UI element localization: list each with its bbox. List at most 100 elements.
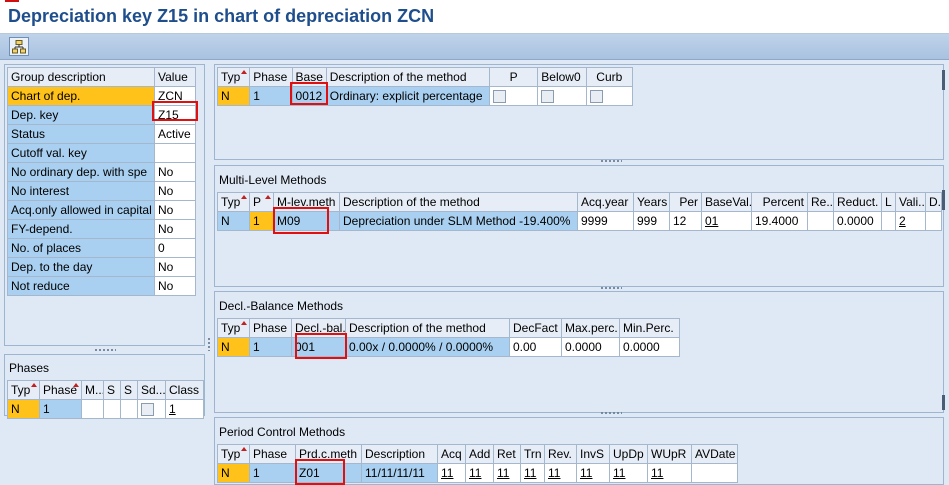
attr-value: No <box>154 162 196 182</box>
col-l[interactable]: L <box>881 192 896 212</box>
col-updp[interactable]: UpDp <box>609 444 648 464</box>
cell-updp[interactable]: 11 <box>609 463 648 483</box>
col-per[interactable]: Per <box>669 192 702 212</box>
curb-checkbox[interactable] <box>589 90 603 104</box>
col-p[interactable]: P <box>488 67 539 87</box>
col-group-description[interactable]: Group description <box>7 67 155 87</box>
sd-checkbox[interactable] <box>141 403 154 417</box>
col-acq-year[interactable]: Acq.year <box>577 192 634 212</box>
col-max-perc[interactable]: Max.perc. <box>561 318 620 338</box>
col-typ[interactable]: Typ <box>217 318 250 338</box>
scrollbar-indicator[interactable] <box>942 190 945 210</box>
attr-row-no-of-places[interactable]: No. of places 0 <box>7 238 196 258</box>
col-decfact[interactable]: DecFact <box>509 318 562 338</box>
col-description[interactable]: Description of the method <box>339 192 578 212</box>
period-control-table: Typ Phase Prd.c.meth Description Acq Add… <box>217 444 738 483</box>
col-vali[interactable]: Vali... <box>895 192 926 212</box>
scrollbar-indicator[interactable] <box>942 395 945 410</box>
table-row[interactable]: N 1 Z01 11/11/11/11 11 11 11 11 11 11 11… <box>217 463 738 483</box>
col-ret[interactable]: Ret <box>493 444 521 464</box>
attr-row-status[interactable]: Status Active <box>7 124 196 144</box>
cell-vali[interactable]: 2 <box>895 211 926 231</box>
base-splitter-handle[interactable] <box>600 159 622 163</box>
table-row[interactable]: N 1 1 <box>7 399 204 419</box>
col-s2[interactable]: S <box>120 380 138 400</box>
attr-row-no-interest[interactable]: No interest No <box>7 181 196 201</box>
table-row[interactable]: N 1 001 0.00x / 0.0000% / 0.0000% 0.00 0… <box>217 337 680 357</box>
decl-balance-splitter-handle[interactable] <box>600 411 622 415</box>
p-checkbox[interactable] <box>492 90 506 104</box>
table-row[interactable]: N 1 0012 Ordinary: explicit percentage <box>216 86 634 106</box>
col-description[interactable]: Description of the method <box>325 67 490 87</box>
attr-row-chart-of-dep[interactable]: Chart of dep. ZCN <box>7 86 196 106</box>
col-decl-bal[interactable]: Decl.-bal. <box>291 318 346 338</box>
cell-description: 11/11/11/11 <box>361 463 438 483</box>
col-s1[interactable]: S <box>103 380 121 400</box>
multi-level-panel: Multi-Level Methods Typ P M-lev.meth Des… <box>214 165 944 287</box>
col-typ[interactable]: Typ <box>217 192 250 212</box>
col-acq[interactable]: Acq <box>437 444 466 464</box>
table-row[interactable]: N 1 M09 Depreciation under SLM Method -1… <box>217 211 942 231</box>
col-prd-c-meth[interactable]: Prd.c.meth <box>295 444 362 464</box>
col-reduct[interactable]: Reduct. <box>833 192 882 212</box>
col-typ[interactable]: Typ <box>217 444 250 464</box>
col-p[interactable]: P <box>249 192 274 212</box>
col-d[interactable]: D... <box>925 192 942 212</box>
col-trn[interactable]: Trn <box>520 444 545 464</box>
col-sd[interactable]: Sd... <box>137 380 166 400</box>
multi-level-splitter-handle[interactable] <box>600 286 622 290</box>
col-description[interactable]: Description of the method <box>345 318 510 338</box>
col-percent[interactable]: Percent <box>751 192 808 212</box>
attr-row-no-ordinary[interactable]: No ordinary dep. with spe No <box>7 162 196 182</box>
col-phase[interactable]: Phase <box>39 380 82 400</box>
col-re[interactable]: Re... <box>807 192 834 212</box>
attr-row-fy-depend[interactable]: FY-depend. No <box>7 219 196 239</box>
attr-row-cutoff[interactable]: Cutoff val. key <box>7 143 196 163</box>
col-mlev-method[interactable]: M-lev.meth <box>273 192 340 212</box>
col-add[interactable]: Add <box>465 444 494 464</box>
col-min-perc[interactable]: Min.Perc. <box>619 318 680 338</box>
col-value[interactable]: Value <box>154 67 196 87</box>
col-avdate[interactable]: AVDate <box>691 444 738 464</box>
vertical-splitter-handle[interactable] <box>207 337 211 351</box>
cell-p <box>488 86 539 106</box>
cell-rev[interactable]: 11 <box>544 463 577 483</box>
col-typ[interactable]: Typ <box>7 380 40 400</box>
col-base[interactable]: Base <box>291 67 327 87</box>
attr-label: Chart of dep. <box>7 86 155 106</box>
attr-row-acq-only[interactable]: Acq.only allowed in capital No <box>7 200 196 220</box>
cell-description: Depreciation under SLM Method -19.400% <box>339 211 578 231</box>
cell-wupr[interactable]: 11 <box>647 463 692 483</box>
below0-checkbox[interactable] <box>541 90 555 104</box>
col-below0[interactable]: Below0 <box>537 67 587 87</box>
cell-d <box>925 211 942 231</box>
col-years[interactable]: Years <box>633 192 670 212</box>
cell-class[interactable]: 1 <box>165 399 204 419</box>
attr-row-not-reduce[interactable]: Not reduce No <box>7 276 196 296</box>
cell-add[interactable]: 11 <box>465 463 494 483</box>
col-typ[interactable]: Typ <box>216 67 251 87</box>
col-class[interactable]: Class <box>165 380 204 400</box>
scrollbar-indicator[interactable] <box>942 70 945 90</box>
col-phase[interactable]: Phase <box>249 444 296 464</box>
col-m[interactable]: M... <box>81 380 104 400</box>
cell-ret[interactable]: 11 <box>493 463 521 483</box>
cell-trn[interactable]: 11 <box>520 463 545 483</box>
attr-row-dep-key[interactable]: Dep. key Z15 <box>7 105 196 125</box>
col-phase[interactable]: Phase <box>249 318 292 338</box>
hierarchy-button[interactable] <box>9 37 29 56</box>
col-curb[interactable]: Curb <box>585 67 634 87</box>
cell-baseval[interactable]: 01 <box>701 211 752 231</box>
col-phase[interactable]: Phase <box>249 67 293 87</box>
cell-invs[interactable]: 11 <box>576 463 610 483</box>
col-wupr[interactable]: WUpR <box>647 444 692 464</box>
col-invs[interactable]: InvS <box>576 444 610 464</box>
col-baseval[interactable]: BaseVal. <box>701 192 752 212</box>
cell-m <box>81 399 104 419</box>
attr-row-dep-to-day[interactable]: Dep. to the day No <box>7 257 196 277</box>
col-rev[interactable]: Rev. <box>544 444 577 464</box>
attr-value: No <box>154 181 196 201</box>
cell-acq[interactable]: 11 <box>437 463 466 483</box>
col-description[interactable]: Description <box>361 444 438 464</box>
left-splitter-handle[interactable] <box>94 348 116 352</box>
